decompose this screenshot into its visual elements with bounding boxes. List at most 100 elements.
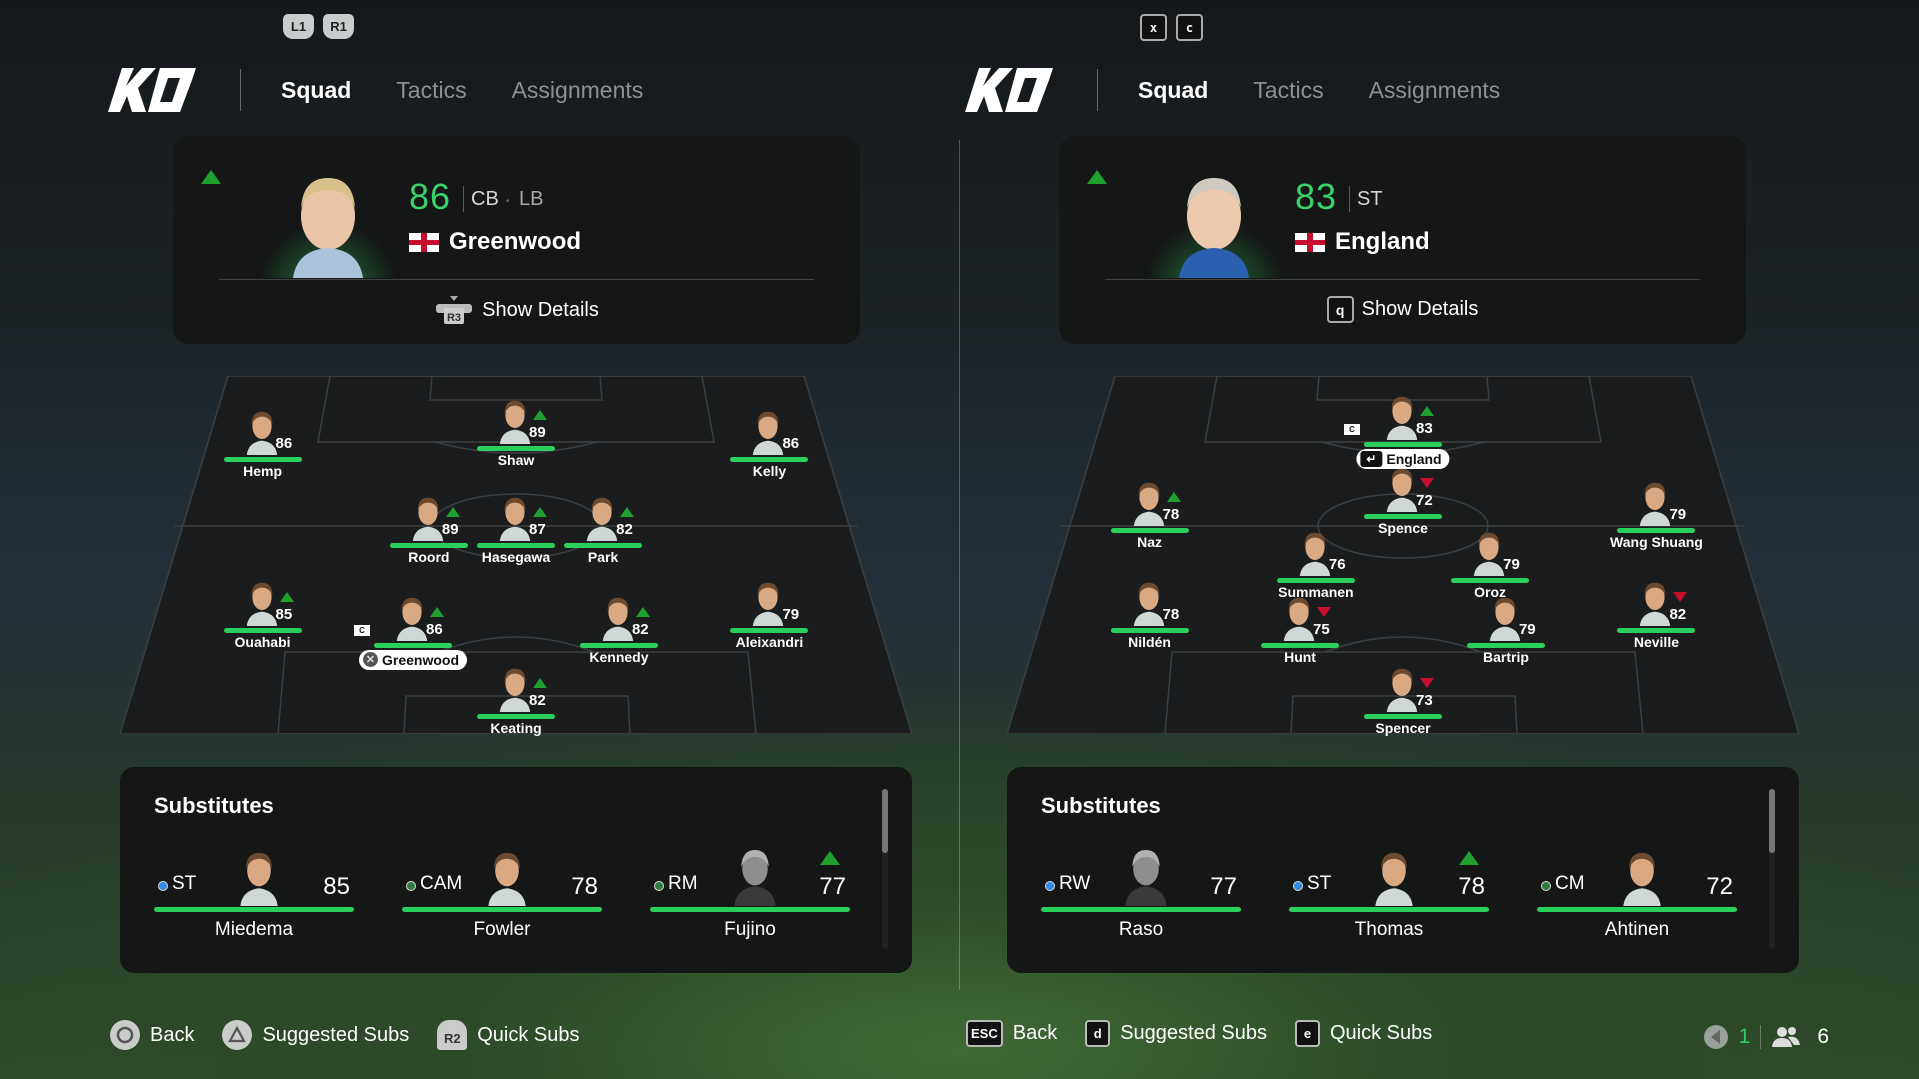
substitute-player[interactable]: RM 77 Fujino (650, 847, 850, 947)
lineup-player[interactable]: 79 Wang Shuang (1610, 476, 1703, 566)
right-selected-player-card[interactable]: 83 ST England q Show Details (1059, 136, 1746, 344)
trend-up-icon (430, 606, 445, 617)
tab-tactics[interactable]: Tactics (396, 77, 466, 104)
voice-count: 1 (1738, 1025, 1751, 1048)
sub-rating: 77 (1210, 873, 1237, 900)
selected-player-position-secondary: LB (519, 188, 544, 210)
player-rating: 89 (529, 423, 546, 441)
lineup-player[interactable]: 79 Bartrip (1461, 591, 1551, 681)
substitute-player[interactable]: RW 77 Raso (1041, 847, 1241, 947)
lineup-player[interactable]: 82 Neville (1611, 576, 1701, 666)
x-key-icon[interactable]: x (1140, 14, 1167, 41)
suggested-subs-button[interactable]: d Suggested Subs (1085, 1020, 1267, 1047)
lineup-player[interactable]: 86 Hemp (218, 405, 308, 495)
sub-rating: 78 (1458, 873, 1485, 900)
player-name: Bartrip (1483, 648, 1529, 665)
player-rating: 75 (1313, 620, 1330, 638)
r1-button-icon[interactable]: R1 (323, 14, 354, 39)
player-rating: 82 (616, 520, 633, 538)
lineup-player[interactable]: 89 Shaw (471, 394, 561, 484)
sub-name: Thomas (1354, 919, 1424, 940)
trend-down-icon (1673, 592, 1688, 603)
fitness-bar (1041, 907, 1241, 912)
status-divider (1760, 1025, 1762, 1049)
substitute-player[interactable]: CM 72 Ahtinen (1537, 847, 1737, 947)
selected-player-rating: 83 (1295, 176, 1338, 217)
tab-squad[interactable]: Squad (1138, 77, 1208, 104)
tab-squad[interactable]: Squad (281, 77, 351, 104)
position-dot-icon (1293, 881, 1303, 891)
fitness-bar (477, 714, 555, 720)
lineup-player[interactable]: C 86 ✕ Greenwood (354, 591, 468, 681)
show-details-button[interactable]: R3 Show Details (173, 296, 860, 324)
lineup-player[interactable]: 85 Ouahabi (218, 576, 308, 666)
player-rating: 79 (1518, 620, 1536, 638)
back-button[interactable]: ESC Back (966, 1020, 1057, 1047)
player-name: Wang Shuang (1610, 534, 1703, 551)
left-shoulder-hints: L1 R1 (283, 14, 354, 39)
l1-button-icon[interactable]: L1 (283, 14, 314, 39)
position-dot-icon (1045, 881, 1055, 891)
selected-player-pill[interactable]: ✕ Greenwood (359, 649, 468, 670)
tab-assignments[interactable]: Assignments (1369, 77, 1501, 104)
position-dot-icon (1541, 881, 1551, 891)
substitutes-scrollbar[interactable] (1769, 789, 1775, 949)
lineup-player[interactable]: 82 Kennedy (574, 591, 664, 681)
trend-up-icon (533, 678, 547, 689)
player-name: Neville (1633, 634, 1679, 651)
player-portrait (253, 164, 403, 278)
lineup-player[interactable]: 73 Spencer (1358, 662, 1448, 752)
scrollbar-thumb[interactable] (882, 789, 888, 853)
lineup-player[interactable]: 87 Hasegawa (471, 491, 561, 581)
lineup-player[interactable]: 75 Hunt (1255, 591, 1345, 681)
selected-player-name: Greenwood (449, 228, 582, 255)
quick-subs-button[interactable]: e Quick Subs (1294, 1020, 1432, 1047)
lineup-player[interactable]: 79 Aleixandri (724, 576, 814, 666)
trend-up-icon (635, 606, 650, 617)
trend-up-icon (1166, 492, 1181, 503)
left-pitch: 86 Hemp 89 Shaw 86 Kelly 89 Roord 87 Hasegawa 82 Pa… (120, 376, 912, 736)
lineup-player[interactable]: 78 Nildén (1105, 576, 1195, 666)
quick-subs-button[interactable]: R2 Quick Subs (437, 1020, 580, 1050)
tab-tactics[interactable]: Tactics (1253, 77, 1323, 104)
player-rating: 79 (1669, 506, 1687, 524)
selected-player-rating: 86 (409, 176, 452, 217)
position-dot-icon (406, 881, 416, 891)
fitness-bar (1110, 528, 1189, 534)
suggested-subs-button[interactable]: Suggested Subs (222, 1020, 409, 1050)
fitness-bar (1110, 628, 1189, 634)
substitutes-scrollbar[interactable] (882, 789, 888, 949)
back-button[interactable]: Back (110, 1020, 194, 1050)
lineup-player[interactable]: 82 Keating (471, 662, 561, 752)
player-rating: 76 (1328, 556, 1346, 574)
tab-assignments[interactable]: Assignments (512, 77, 644, 104)
player-rating: 85 (275, 606, 293, 624)
selected-player-name-row: Greenwood (409, 228, 581, 256)
sub-name: Fujino (724, 919, 776, 940)
player-rating: 79 (782, 606, 800, 624)
players-icon (1772, 1027, 1801, 1047)
player-rating: 87 (529, 520, 546, 538)
substitute-player[interactable]: ST 85 Miedema (154, 847, 354, 947)
lineup-player[interactable]: 72 Spence (1358, 462, 1448, 552)
substitute-player[interactable]: CAM 78 Fowler (402, 847, 602, 947)
player-name: Kennedy (589, 648, 649, 665)
fitness-bar (1466, 642, 1545, 648)
lineup-player[interactable]: 78 Naz (1105, 476, 1195, 566)
sub-name: Fowler (473, 919, 531, 940)
sub-name: Miedema (214, 919, 294, 940)
lineup-player[interactable]: 86 Kelly (724, 405, 814, 495)
left-selected-player-card[interactable]: 86 CB • LB Greenwood R3 Show Details (173, 136, 860, 344)
c-key-icon[interactable]: c (1176, 14, 1203, 41)
fitness-bar (374, 642, 453, 648)
lineup-player[interactable]: 89 Roord (384, 491, 474, 581)
sub-rating: 85 (323, 873, 350, 900)
scrollbar-thumb[interactable] (1769, 789, 1775, 853)
player-name: Hunt (1284, 648, 1316, 665)
lineup-player[interactable]: 82 Park (558, 491, 648, 581)
substitute-player[interactable]: ST 78 Thomas (1289, 847, 1489, 947)
player-name: Shaw (497, 451, 535, 468)
show-details-button[interactable]: q Show Details (1059, 296, 1746, 323)
trend-up-icon (620, 506, 635, 517)
player-name: Keating (490, 720, 542, 737)
